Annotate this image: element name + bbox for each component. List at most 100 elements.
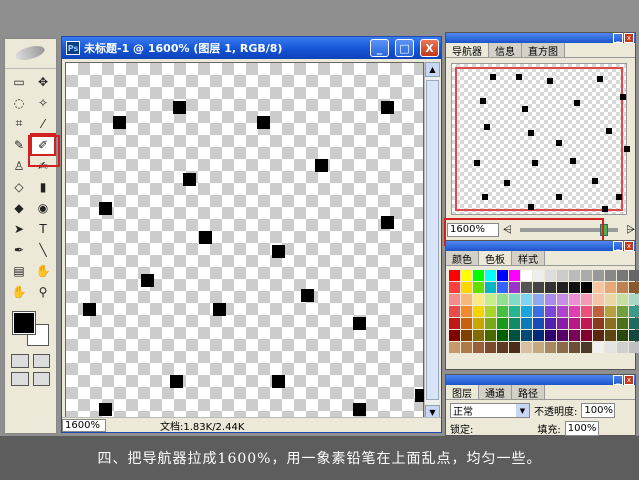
document-title-bar[interactable]: Ps 未标题-1 @ 1600% (图层 1, RGB/8) _ □ X	[62, 37, 441, 59]
color-swatch[interactable]	[581, 270, 592, 281]
quick-mask-button[interactable]	[32, 354, 50, 368]
color-swatch[interactable]	[605, 330, 616, 341]
tab-info[interactable]: 信息	[489, 43, 522, 58]
color-swatch[interactable]	[545, 306, 556, 317]
move-tool-icon[interactable]: ✥	[31, 71, 55, 92]
color-swatch[interactable]	[449, 270, 460, 281]
color-swatch[interactable]	[461, 270, 472, 281]
color-swatch[interactable]	[533, 270, 544, 281]
color-swatch[interactable]	[485, 270, 496, 281]
color-swatches[interactable]	[7, 308, 54, 348]
color-swatch[interactable]	[569, 270, 580, 281]
color-swatch[interactable]	[497, 282, 508, 293]
color-swatch[interactable]	[605, 342, 616, 353]
navigator-view-box[interactable]	[455, 67, 623, 211]
lasso-tool-icon[interactable]: ◌	[7, 92, 31, 113]
color-swatch[interactable]	[533, 330, 544, 341]
hand-tool-icon[interactable]: ✋	[7, 281, 31, 302]
color-swatch[interactable]	[617, 342, 628, 353]
color-swatch[interactable]	[509, 270, 520, 281]
color-swatch[interactable]	[509, 318, 520, 329]
color-swatch[interactable]	[509, 294, 520, 305]
color-swatch[interactable]	[581, 330, 592, 341]
color-swatch[interactable]	[533, 342, 544, 353]
eyedropper-icon[interactable]: ✋	[31, 260, 55, 281]
color-swatch[interactable]	[545, 318, 556, 329]
standard-mode-button[interactable]	[11, 354, 29, 368]
magic-wand-icon[interactable]: ✧	[31, 92, 55, 113]
vertical-scrollbar[interactable]: ▲ ▼	[424, 62, 440, 420]
panel-close-icon[interactable]: x	[624, 241, 634, 251]
color-swatch[interactable]	[593, 270, 604, 281]
color-swatch[interactable]	[521, 294, 532, 305]
color-swatch[interactable]	[569, 330, 580, 341]
color-swatch[interactable]	[545, 294, 556, 305]
panel-close-icon[interactable]: x	[624, 33, 634, 43]
color-swatch[interactable]	[473, 294, 484, 305]
line-tool-icon[interactable]: ╲	[31, 239, 55, 260]
color-swatch[interactable]	[485, 318, 496, 329]
color-swatch[interactable]	[485, 330, 496, 341]
tab-color[interactable]: 颜色	[446, 251, 479, 266]
tab-navigator[interactable]: 导航器	[446, 43, 489, 58]
color-swatch[interactable]	[521, 270, 532, 281]
blend-mode-select[interactable]: 正常 ▼	[450, 403, 530, 418]
color-swatch[interactable]	[461, 318, 472, 329]
color-swatch[interactable]	[617, 294, 628, 305]
color-swatch[interactable]	[581, 306, 592, 317]
crop-tool-icon[interactable]: ⌗	[7, 113, 31, 134]
panel-minimize-icon[interactable]: _	[613, 33, 623, 43]
zoom-tool-icon[interactable]: ⚲	[31, 281, 55, 302]
color-swatch[interactable]	[557, 306, 568, 317]
color-swatch[interactable]	[569, 318, 580, 329]
color-swatch[interactable]	[497, 318, 508, 329]
color-swatch[interactable]	[569, 306, 580, 317]
color-swatch[interactable]	[629, 318, 639, 329]
dodge-icon[interactable]: ◉	[31, 197, 55, 218]
color-swatch[interactable]	[533, 282, 544, 293]
zoom-level-field[interactable]: 1600%	[62, 418, 106, 432]
color-swatch[interactable]	[521, 318, 532, 329]
notes-icon[interactable]: ▤	[7, 260, 31, 281]
color-swatch[interactable]	[557, 294, 568, 305]
color-swatch[interactable]	[449, 294, 460, 305]
blur-icon[interactable]: ◆	[7, 197, 31, 218]
path-select-icon[interactable]: ➤	[7, 218, 31, 239]
scroll-up-arrow-icon[interactable]: ▲	[425, 62, 440, 77]
color-swatch[interactable]	[497, 342, 508, 353]
tab-paths[interactable]: 路径	[512, 385, 545, 400]
color-swatch[interactable]	[593, 282, 604, 293]
close-button[interactable]: X	[420, 39, 439, 57]
fill-field[interactable]: 100%	[564, 421, 599, 436]
color-swatch[interactable]	[533, 294, 544, 305]
color-swatch[interactable]	[533, 306, 544, 317]
color-swatch[interactable]	[449, 330, 460, 341]
color-swatch[interactable]	[449, 282, 460, 293]
color-swatch[interactable]	[629, 342, 639, 353]
color-swatch[interactable]	[497, 330, 508, 341]
color-swatch[interactable]	[581, 294, 592, 305]
scroll-thumb[interactable]	[426, 80, 439, 400]
document-size-info[interactable]: 文档:1.83K/2.44K	[160, 418, 244, 433]
color-swatch[interactable]	[521, 282, 532, 293]
color-swatch[interactable]	[605, 306, 616, 317]
color-swatch[interactable]	[617, 270, 628, 281]
navigator-thumbnail[interactable]	[451, 63, 630, 215]
slice-tool-icon[interactable]: ⁄	[31, 113, 55, 134]
color-swatch[interactable]	[485, 282, 496, 293]
color-swatch[interactable]	[473, 330, 484, 341]
minimize-button[interactable]: _	[370, 39, 389, 57]
foreground-color-swatch[interactable]	[13, 312, 35, 334]
color-swatch[interactable]	[461, 294, 472, 305]
color-swatch[interactable]	[473, 270, 484, 281]
color-swatch[interactable]	[485, 294, 496, 305]
pen-tool-icon[interactable]: ✒	[7, 239, 31, 260]
color-swatch[interactable]	[581, 318, 592, 329]
panel-minimize-icon[interactable]: _	[613, 241, 623, 251]
color-swatch[interactable]	[545, 330, 556, 341]
color-swatch[interactable]	[497, 306, 508, 317]
color-swatch[interactable]	[629, 306, 639, 317]
color-swatch[interactable]	[569, 294, 580, 305]
color-swatch[interactable]	[545, 342, 556, 353]
color-swatch[interactable]	[473, 282, 484, 293]
